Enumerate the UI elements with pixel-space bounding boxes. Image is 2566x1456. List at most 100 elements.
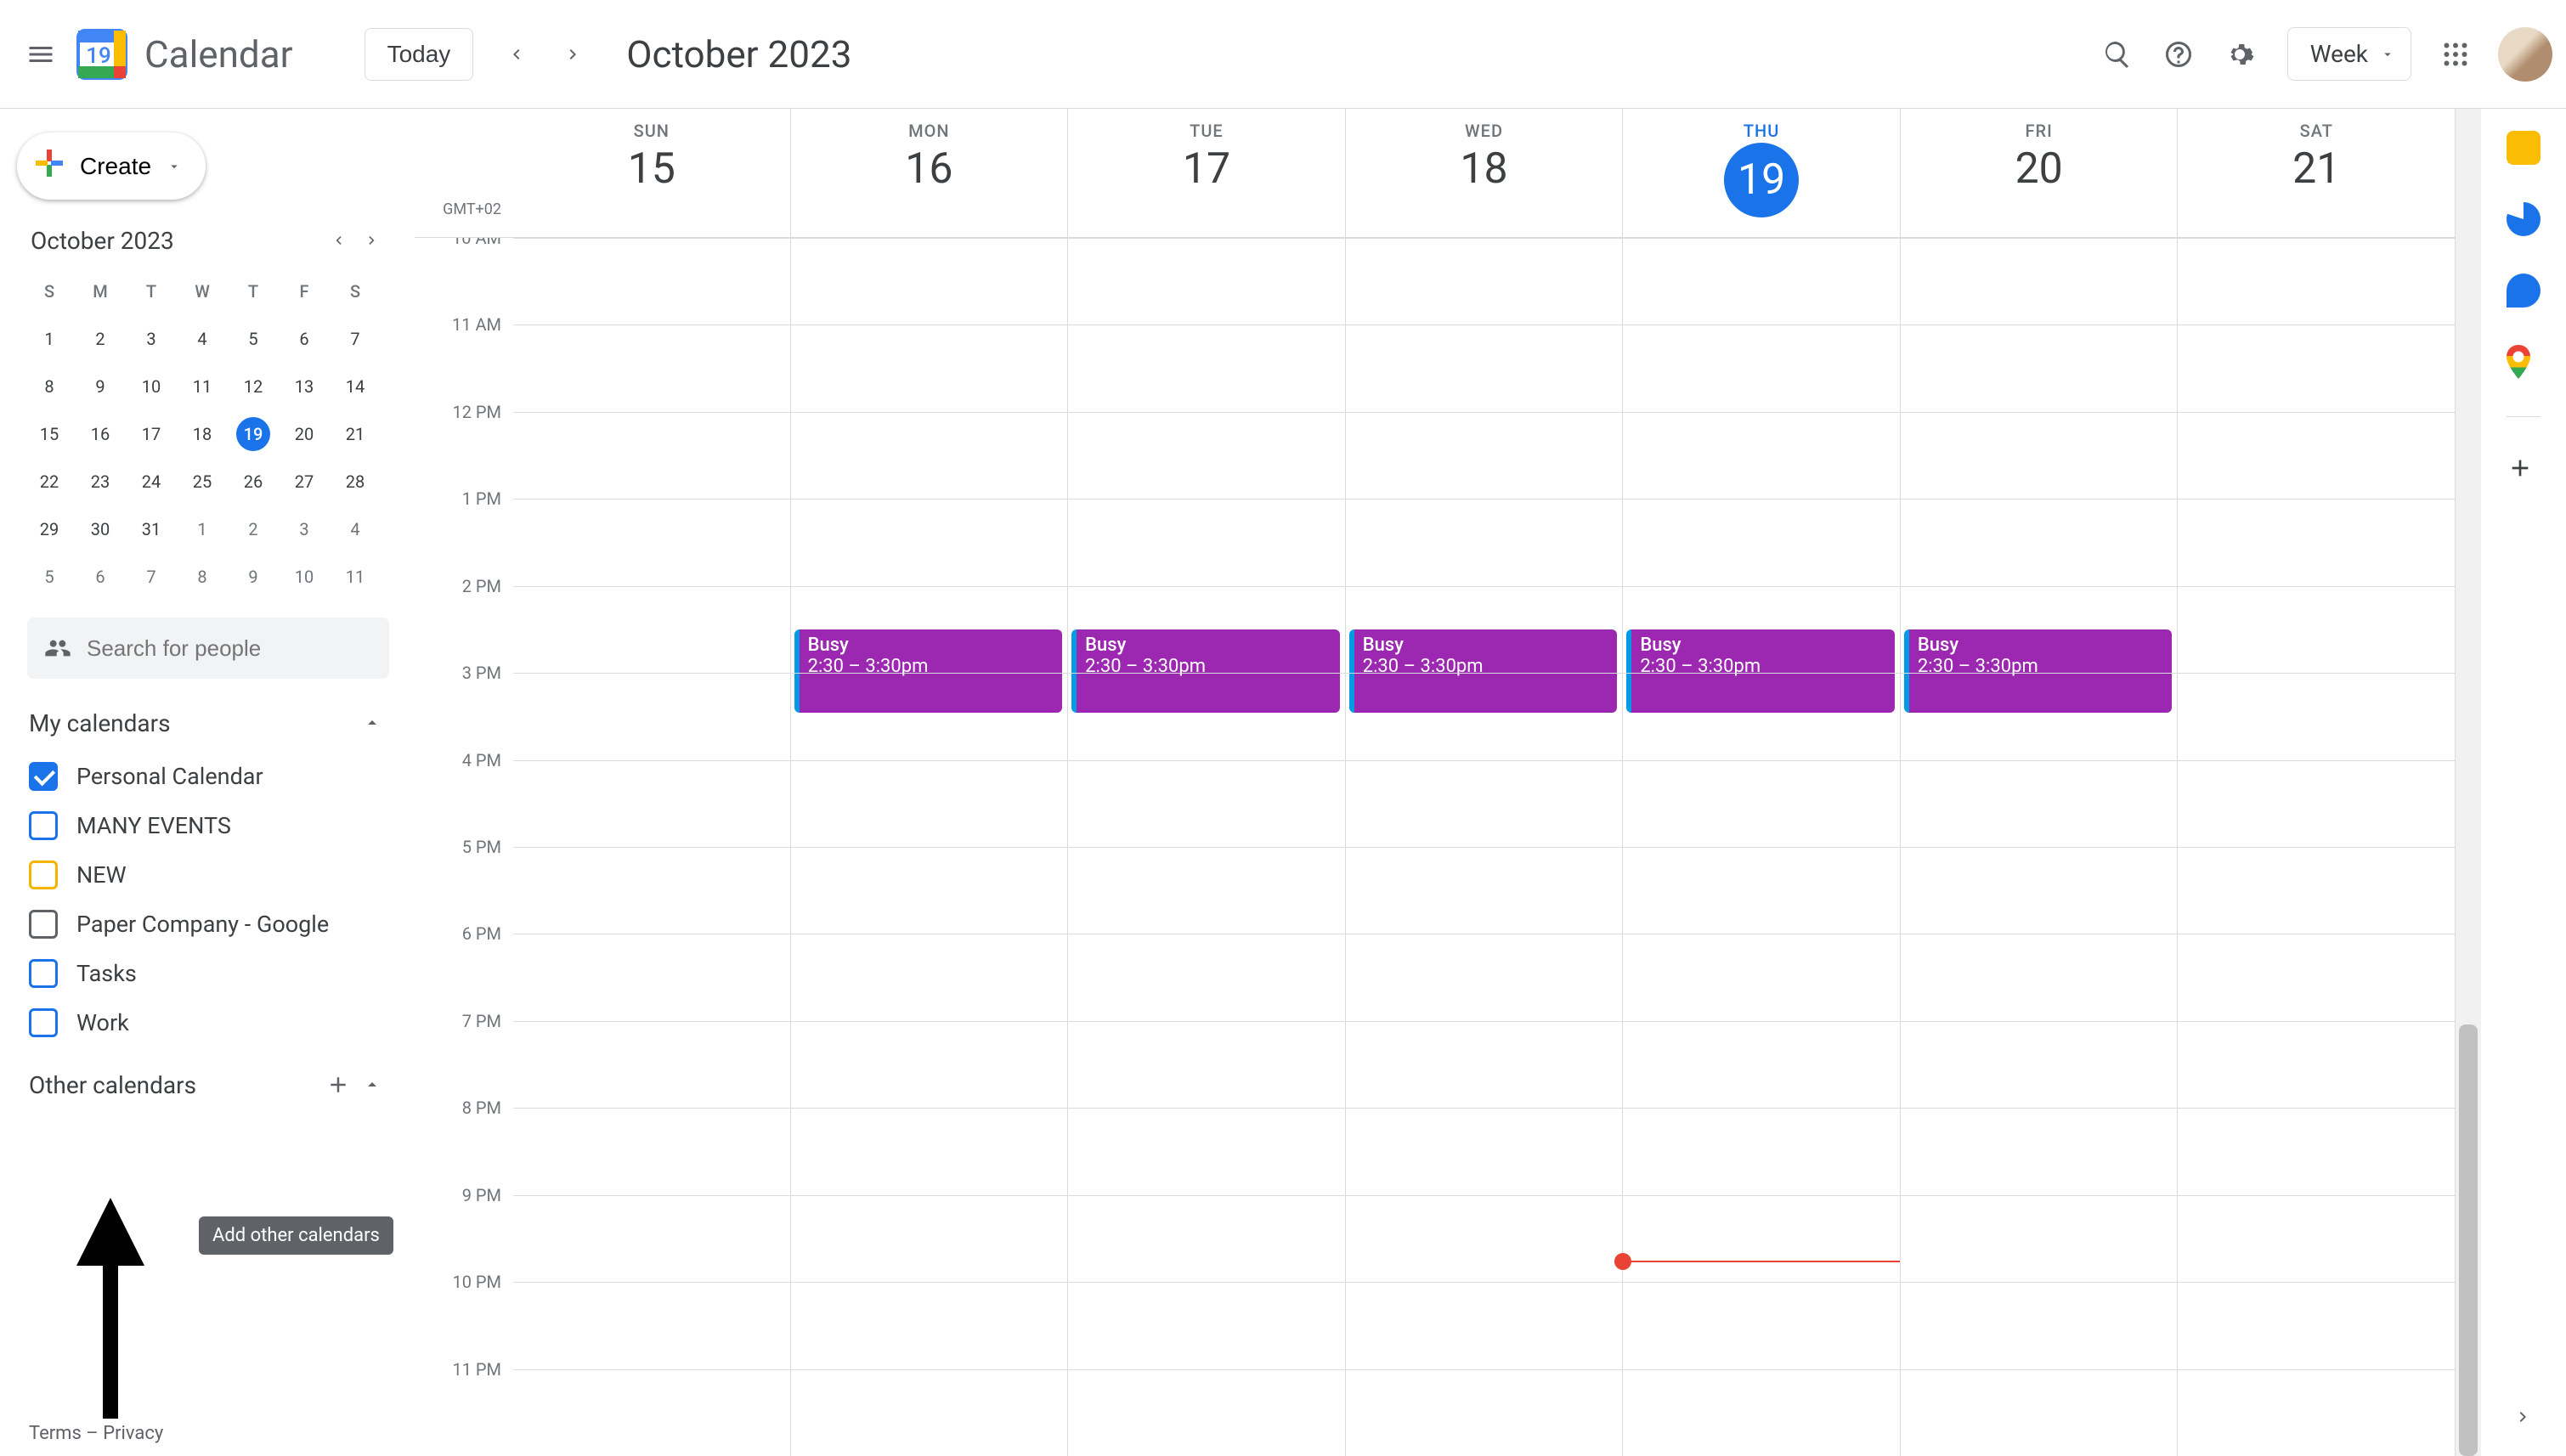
- mini-day[interactable]: 27: [279, 458, 330, 505]
- mini-next-month-button[interactable]: [355, 223, 389, 257]
- calendar-item[interactable]: NEW: [29, 850, 415, 900]
- contacts-addon-button[interactable]: [2507, 274, 2541, 308]
- tasks-addon-button[interactable]: [2507, 202, 2541, 236]
- mini-day[interactable]: 21: [330, 410, 381, 458]
- mini-day[interactable]: 28: [330, 458, 381, 505]
- day-header[interactable]: MON16: [790, 109, 1068, 237]
- main-menu-button[interactable]: [20, 34, 61, 75]
- calendar-item[interactable]: MANY EVENTS: [29, 801, 415, 850]
- mini-prev-month-button[interactable]: [321, 223, 355, 257]
- mini-day[interactable]: 7: [126, 553, 177, 601]
- prev-week-button[interactable]: [495, 34, 536, 75]
- day-header[interactable]: FRI20: [1900, 109, 2178, 237]
- mini-day[interactable]: 11: [330, 553, 381, 601]
- mini-day[interactable]: 2: [228, 505, 279, 553]
- event[interactable]: Busy2:30 – 3:30pm: [794, 629, 1063, 713]
- maps-addon-button[interactable]: [2507, 345, 2541, 379]
- calendar-item[interactable]: Paper Company - Google: [29, 900, 415, 949]
- mini-day[interactable]: 1: [177, 505, 228, 553]
- mini-day[interactable]: 14: [330, 363, 381, 410]
- mini-day[interactable]: 26: [228, 458, 279, 505]
- event[interactable]: Busy2:30 – 3:30pm: [1071, 629, 1340, 713]
- mini-day[interactable]: 8: [24, 363, 75, 410]
- calendar-checkbox[interactable]: [29, 910, 58, 939]
- event[interactable]: Busy2:30 – 3:30pm: [1626, 629, 1895, 713]
- mini-day[interactable]: 3: [279, 505, 330, 553]
- mini-calendar[interactable]: SMTWTFS123456789101112131415161718192021…: [24, 268, 381, 601]
- google-apps-button[interactable]: [2435, 34, 2476, 75]
- mini-day[interactable]: 5: [24, 553, 75, 601]
- day-header[interactable]: WED18: [1345, 109, 1623, 237]
- mini-day[interactable]: 5: [228, 315, 279, 363]
- grid-body[interactable]: 10 AM11 AM12 PM1 PM2 PM3 PM4 PM5 PM6 PM7…: [415, 238, 2455, 1456]
- mini-day[interactable]: 18: [177, 410, 228, 458]
- mini-day[interactable]: 7: [330, 315, 381, 363]
- next-week-button[interactable]: [553, 34, 594, 75]
- search-people-field[interactable]: [27, 618, 389, 679]
- event[interactable]: Busy2:30 – 3:30pm: [1349, 629, 1618, 713]
- calendar-checkbox[interactable]: [29, 861, 58, 889]
- mini-day[interactable]: 6: [75, 553, 126, 601]
- hide-side-panel-button[interactable]: [2513, 1407, 2534, 1431]
- mini-day[interactable]: 10: [126, 363, 177, 410]
- chevron-right-icon: [364, 232, 381, 249]
- keep-addon-button[interactable]: [2507, 131, 2541, 165]
- calendar-item[interactable]: Work: [29, 998, 415, 1047]
- mini-day[interactable]: 12: [228, 363, 279, 410]
- calendar-checkbox[interactable]: [29, 1008, 58, 1037]
- mini-day[interactable]: 30: [75, 505, 126, 553]
- mini-day[interactable]: 23: [75, 458, 126, 505]
- create-button[interactable]: Create: [17, 133, 206, 200]
- mini-day[interactable]: 9: [75, 363, 126, 410]
- mini-day[interactable]: 25: [177, 458, 228, 505]
- privacy-link[interactable]: Privacy: [103, 1423, 163, 1444]
- vertical-scrollbar[interactable]: [2456, 109, 2481, 1456]
- mini-day[interactable]: 13: [279, 363, 330, 410]
- mini-day[interactable]: 15: [24, 410, 75, 458]
- calendar-checkbox[interactable]: [29, 762, 58, 791]
- terms-link[interactable]: Terms: [29, 1423, 82, 1444]
- mini-day[interactable]: 29: [24, 505, 75, 553]
- today-button[interactable]: Today: [365, 28, 474, 81]
- mini-day[interactable]: 20: [279, 410, 330, 458]
- get-addons-button[interactable]: [2507, 454, 2541, 488]
- scrollbar-thumb[interactable]: [2459, 1024, 2478, 1456]
- add-other-calendars-button[interactable]: [321, 1068, 355, 1102]
- day-of-week: SAT: [2178, 121, 2455, 141]
- day-header[interactable]: THU19: [1622, 109, 1900, 237]
- day-header[interactable]: TUE17: [1067, 109, 1345, 237]
- mini-day[interactable]: 16: [75, 410, 126, 458]
- search-people-input[interactable]: [87, 635, 372, 662]
- mini-day[interactable]: 4: [330, 505, 381, 553]
- account-avatar[interactable]: [2498, 27, 2552, 82]
- mini-day[interactable]: 6: [279, 315, 330, 363]
- support-button[interactable]: [2158, 34, 2199, 75]
- mini-day[interactable]: 3: [126, 315, 177, 363]
- mini-day[interactable]: 22: [24, 458, 75, 505]
- calendar-checkbox[interactable]: [29, 959, 58, 988]
- view-selector[interactable]: Week: [2287, 27, 2411, 81]
- mini-day[interactable]: 19: [228, 410, 279, 458]
- day-header[interactable]: SAT21: [2177, 109, 2455, 237]
- mini-day[interactable]: 4: [177, 315, 228, 363]
- time-label: 11 AM: [452, 314, 501, 335]
- mini-day[interactable]: 24: [126, 458, 177, 505]
- calendar-item[interactable]: Tasks: [29, 949, 415, 998]
- mini-day[interactable]: 11: [177, 363, 228, 410]
- mini-day[interactable]: 2: [75, 315, 126, 363]
- search-button[interactable]: [2097, 34, 2138, 75]
- time-label: 12 PM: [452, 402, 501, 422]
- mini-day[interactable]: 8: [177, 553, 228, 601]
- my-calendars-header[interactable]: My calendars: [29, 706, 389, 740]
- mini-day[interactable]: 17: [126, 410, 177, 458]
- day-header[interactable]: SUN15: [513, 109, 790, 237]
- calendar-checkbox[interactable]: [29, 811, 58, 840]
- other-calendars-header[interactable]: Other calendars: [29, 1068, 389, 1102]
- mini-day[interactable]: 9: [228, 553, 279, 601]
- mini-day[interactable]: 31: [126, 505, 177, 553]
- mini-day[interactable]: 1: [24, 315, 75, 363]
- calendar-item[interactable]: Personal Calendar: [29, 752, 415, 801]
- event[interactable]: Busy2:30 – 3:30pm: [1904, 629, 2173, 713]
- settings-button[interactable]: [2219, 34, 2260, 75]
- mini-day[interactable]: 10: [279, 553, 330, 601]
